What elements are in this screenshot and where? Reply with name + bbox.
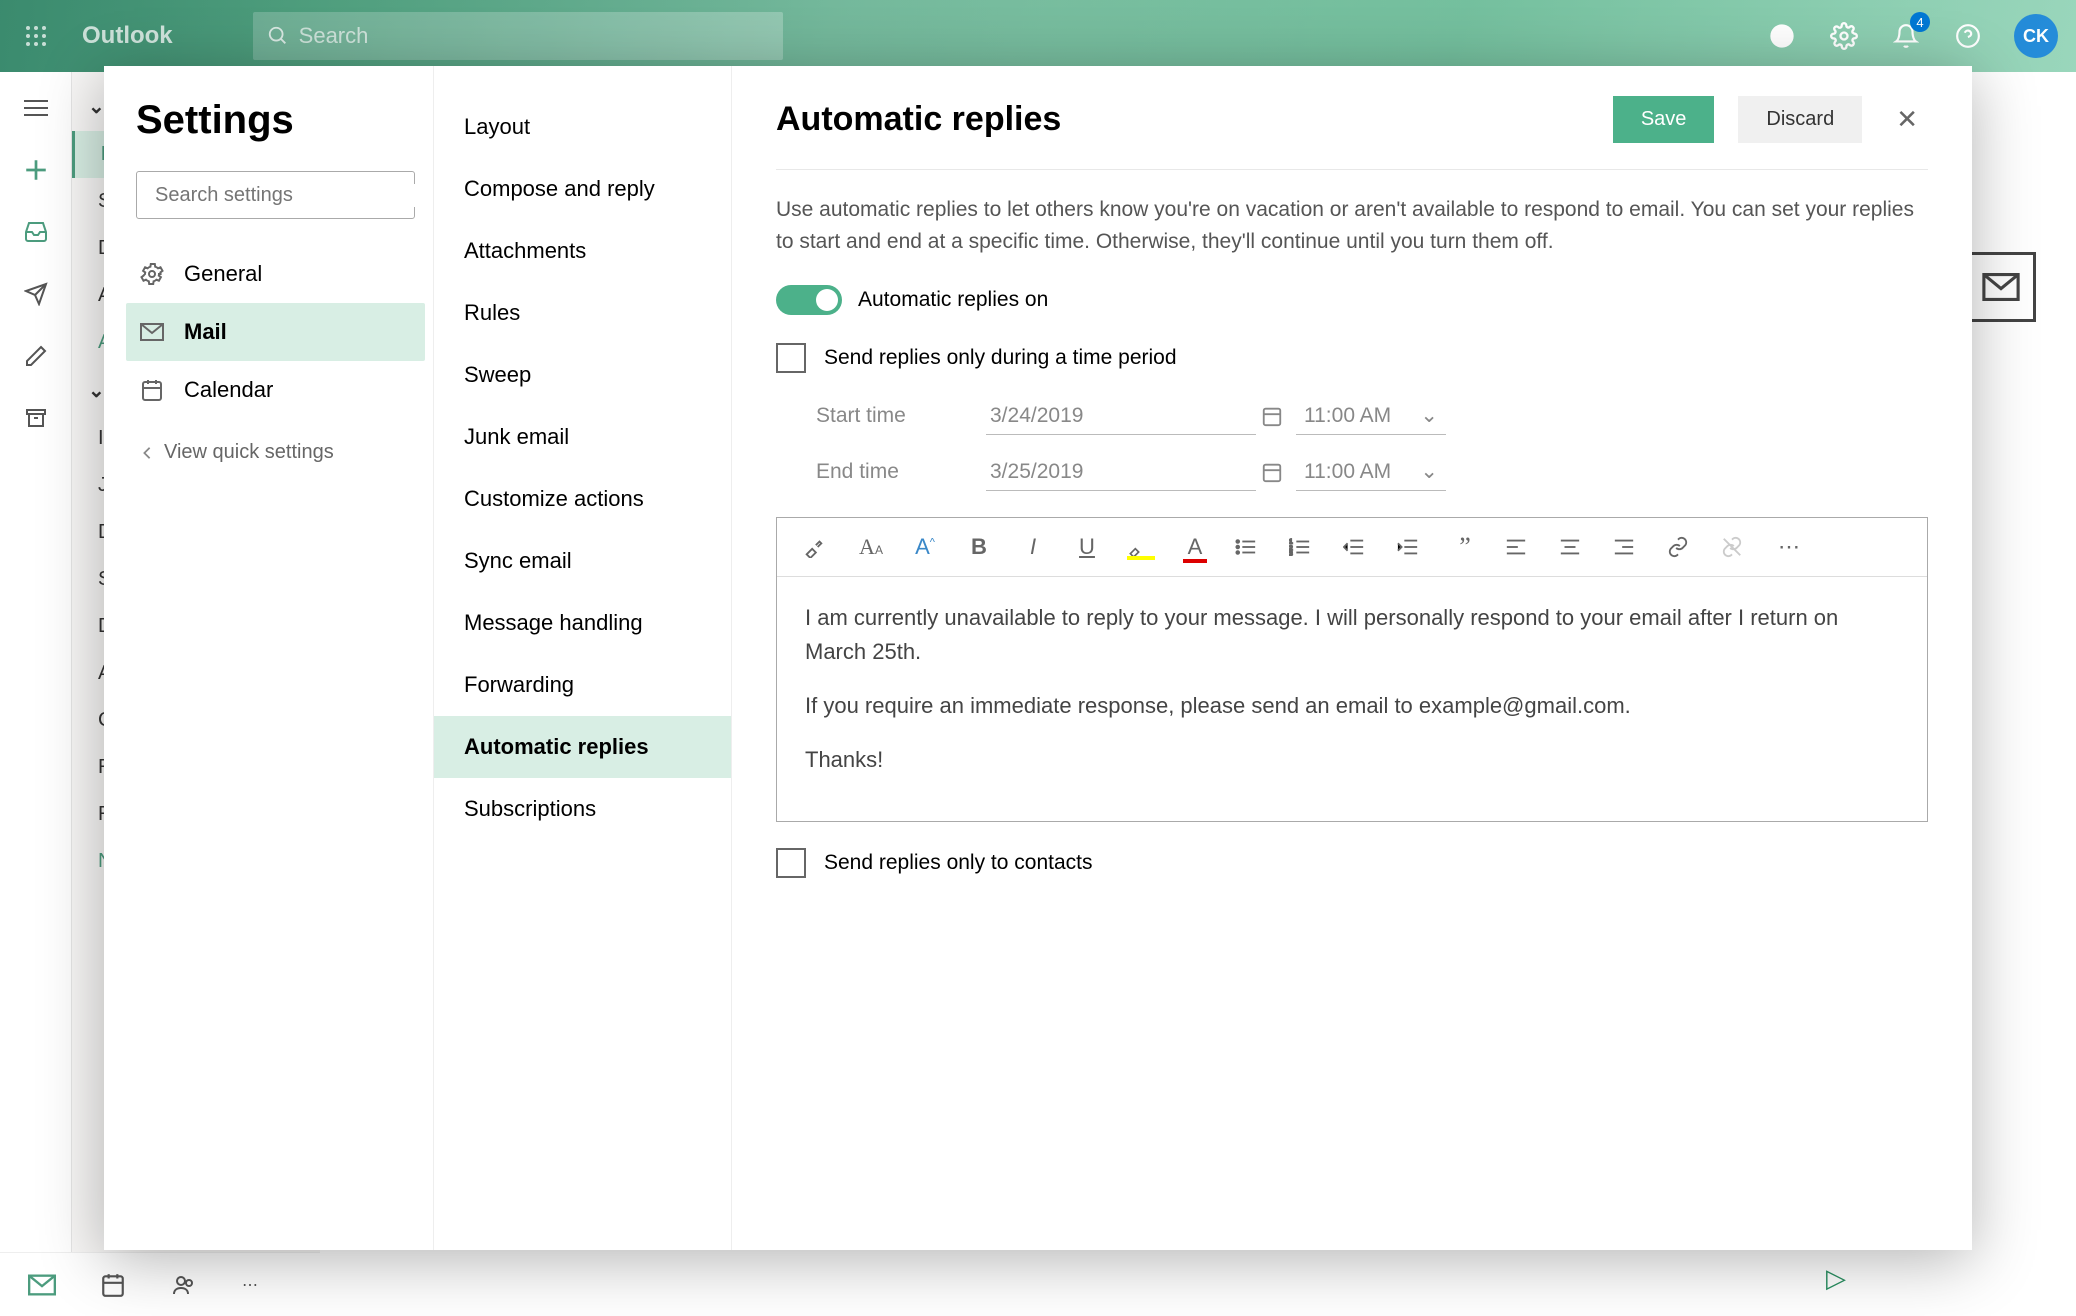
new-message-icon[interactable]	[20, 154, 52, 186]
subnav-junk[interactable]: Junk email	[434, 406, 731, 468]
bullet-list-icon[interactable]	[1235, 538, 1263, 556]
start-time-select[interactable]: 11:00 AM ⌄	[1296, 397, 1446, 435]
envelope-icon	[1966, 252, 2036, 322]
editor-toolbar: AA A^ B I U A 123 ” ⋯	[777, 518, 1927, 577]
settings-search[interactable]	[136, 171, 415, 219]
subnav-autoreplies[interactable]: Automatic replies	[434, 716, 731, 778]
subnav-sweep[interactable]: Sweep	[434, 344, 731, 406]
start-date-input[interactable]	[990, 404, 1261, 428]
indent-icon[interactable]	[1397, 538, 1425, 556]
ad-play-icon[interactable]: ▷	[1826, 1263, 1846, 1294]
drafts-rail-icon[interactable]	[20, 340, 52, 372]
subnav-forwarding[interactable]: Forwarding	[434, 654, 731, 716]
save-button[interactable]: Save	[1613, 96, 1715, 143]
number-list-icon[interactable]: 123	[1289, 538, 1317, 556]
category-general[interactable]: General	[126, 245, 425, 303]
menu-icon[interactable]	[20, 92, 52, 124]
people-module-icon[interactable]	[170, 1273, 198, 1297]
end-time-label: End time	[816, 460, 946, 484]
global-search[interactable]	[253, 12, 783, 60]
archive-rail-icon[interactable]	[20, 402, 52, 434]
settings-title: Settings	[136, 98, 415, 143]
underline-icon[interactable]: U	[1073, 534, 1101, 560]
italic-icon[interactable]: I	[1019, 534, 1047, 560]
module-switcher: ⋯	[0, 1252, 320, 1316]
help-icon[interactable]	[1952, 20, 1984, 52]
settings-subnav: Layout Compose and reply Attachments Rul…	[434, 66, 732, 1250]
calendar-module-icon[interactable]	[100, 1272, 126, 1298]
settings-search-input[interactable]	[155, 184, 420, 207]
subnav-attachments[interactable]: Attachments	[434, 220, 731, 282]
notification-badge: 4	[1910, 12, 1930, 32]
notifications-icon[interactable]: 4	[1890, 20, 1922, 52]
align-left-icon[interactable]	[1505, 538, 1533, 556]
time-period-checkbox[interactable]	[776, 343, 806, 373]
time-period-label: Send replies only during a time period	[824, 346, 1177, 370]
end-time-select[interactable]: 11:00 AM ⌄	[1296, 453, 1446, 491]
svg-text:3: 3	[1289, 550, 1293, 556]
autoreplies-toggle[interactable]	[776, 285, 842, 315]
calendar-picker-icon[interactable]	[1261, 405, 1283, 427]
subnav-customize[interactable]: Customize actions	[434, 468, 731, 530]
start-time-label: Start time	[816, 404, 946, 428]
chevron-down-icon: ⌄	[1420, 403, 1438, 428]
quote-icon[interactable]: ”	[1451, 532, 1479, 562]
top-bar: Outlook 4 CK	[0, 0, 2076, 72]
align-center-icon[interactable]	[1559, 538, 1587, 556]
view-quick-settings[interactable]: View quick settings	[136, 441, 415, 464]
start-date-field[interactable]	[986, 398, 1256, 435]
more-module-icon[interactable]: ⋯	[242, 1275, 258, 1295]
toggle-label: Automatic replies on	[858, 288, 1048, 312]
app-name: Outlook	[82, 22, 173, 50]
mail-icon	[138, 323, 166, 341]
editor-body[interactable]: I am currently unavailable to reply to y…	[777, 577, 1927, 821]
search-icon	[267, 25, 289, 47]
outdent-icon[interactable]	[1343, 538, 1371, 556]
end-date-input[interactable]	[990, 460, 1261, 484]
search-input[interactable]	[299, 23, 769, 49]
subnav-subscriptions[interactable]: Subscriptions	[434, 778, 731, 840]
calendar-icon	[138, 378, 166, 402]
bold-icon[interactable]: B	[965, 534, 993, 560]
app-launcher[interactable]	[0, 0, 72, 72]
mail-module-icon[interactable]	[28, 1274, 56, 1296]
panel-title: Automatic replies	[776, 100, 1061, 139]
category-mail[interactable]: Mail	[126, 303, 425, 361]
settings-icon[interactable]	[1828, 20, 1860, 52]
chevron-left-icon	[140, 446, 154, 460]
link-icon[interactable]	[1667, 536, 1695, 558]
settings-dialog: Settings General Mail Calendar View quic…	[104, 66, 1972, 1250]
unlink-icon[interactable]	[1721, 536, 1749, 558]
subnav-layout[interactable]: Layout	[434, 96, 731, 158]
contacts-only-label: Send replies only to contacts	[824, 851, 1093, 875]
font-color-icon[interactable]: A	[1181, 534, 1209, 560]
more-format-icon[interactable]: ⋯	[1775, 534, 1803, 560]
sent-rail-icon[interactable]	[20, 278, 52, 310]
panel-description: Use automatic replies to let others know…	[776, 194, 1928, 257]
font-family-icon[interactable]: AA	[857, 534, 885, 560]
subnav-handling[interactable]: Message handling	[434, 592, 731, 654]
left-rail	[0, 72, 72, 1316]
subnav-compose[interactable]: Compose and reply	[434, 158, 731, 220]
end-date-field[interactable]	[986, 454, 1256, 491]
chevron-down-icon: ⌄	[1420, 459, 1438, 484]
gear-icon	[138, 262, 166, 286]
subnav-rules[interactable]: Rules	[434, 282, 731, 344]
contacts-only-checkbox[interactable]	[776, 848, 806, 878]
reply-editor: AA A^ B I U A 123 ” ⋯ I am curren	[776, 517, 1928, 822]
skype-icon[interactable]	[1766, 20, 1798, 52]
close-icon[interactable]: ✕	[1886, 98, 1928, 141]
avatar[interactable]: CK	[2014, 14, 2058, 58]
discard-button[interactable]: Discard	[1738, 96, 1862, 143]
format-painter-icon[interactable]	[803, 536, 831, 558]
inbox-rail-icon[interactable]	[20, 216, 52, 248]
calendar-picker-icon[interactable]	[1261, 461, 1283, 483]
align-right-icon[interactable]	[1613, 538, 1641, 556]
category-calendar[interactable]: Calendar	[126, 361, 425, 419]
subnav-sync[interactable]: Sync email	[434, 530, 731, 592]
font-size-icon[interactable]: A^	[911, 534, 939, 560]
highlight-icon[interactable]	[1127, 537, 1155, 557]
